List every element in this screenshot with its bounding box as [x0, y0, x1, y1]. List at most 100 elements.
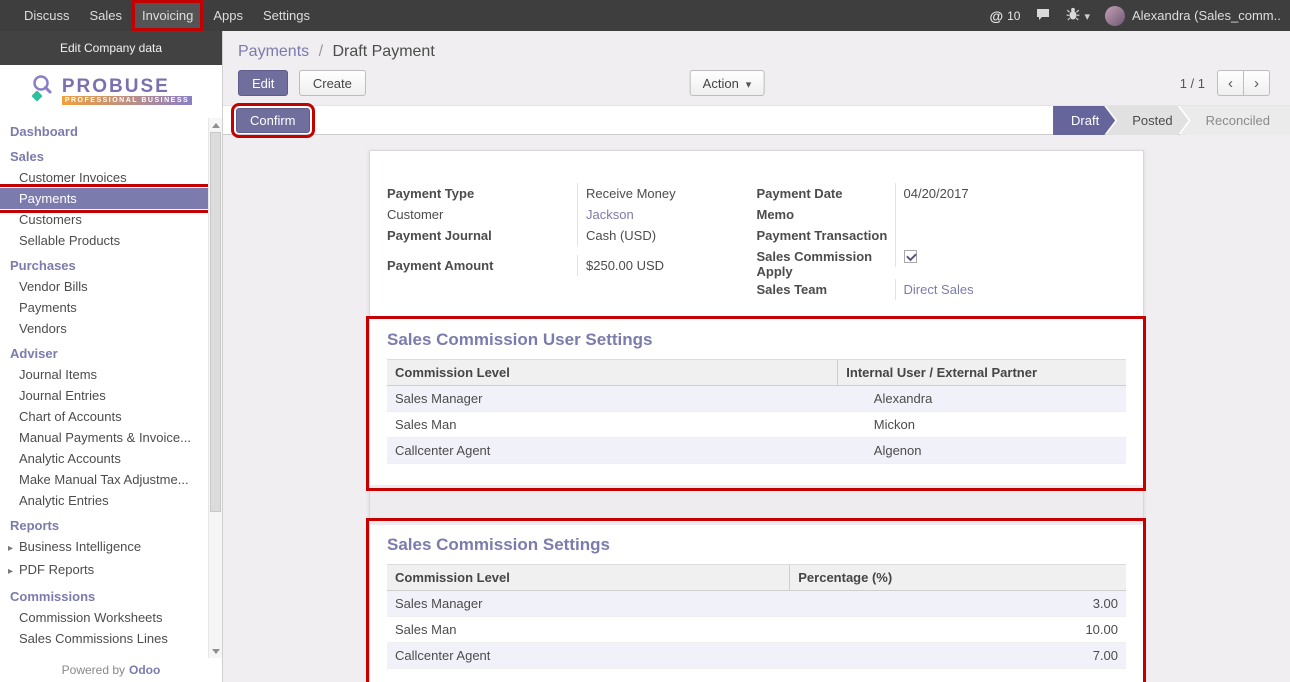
field-group-left: Payment Type Receive Money Customer Jack…: [387, 183, 757, 300]
menu-sales[interactable]: Sales: [80, 0, 133, 31]
sidebar-item-journal-items[interactable]: Journal Items: [0, 364, 208, 385]
pager-next-button[interactable]: [1243, 70, 1270, 96]
field-payment-journal: Payment Journal Cash (USD): [387, 225, 757, 246]
create-button[interactable]: Create: [299, 70, 366, 96]
cell-user: Mickon: [838, 412, 1126, 438]
sales-team-link[interactable]: Direct Sales: [895, 279, 1127, 300]
user-settings-table: Commission Level Internal User / Externa…: [387, 359, 1126, 464]
column-internal-user[interactable]: Internal User / External Partner: [838, 360, 1126, 386]
odoo-link[interactable]: Odoo: [129, 663, 160, 677]
table-header-row: Commission Level Internal User / Externa…: [387, 360, 1126, 386]
sidebar-item-pdf-reports[interactable]: PDF Reports: [0, 559, 208, 582]
bug-icon: [1066, 7, 1080, 24]
debug-menu-button[interactable]: [1066, 7, 1090, 24]
column-commission-level[interactable]: Commission Level: [387, 565, 790, 591]
activity-count: 10: [1007, 9, 1020, 23]
breadcrumb-current: Draft Payment: [333, 43, 435, 60]
field-value: [895, 204, 1127, 225]
caret-right-icon: [8, 539, 19, 556]
user-menu[interactable]: Alexandra (Sales_comm..: [1105, 6, 1280, 26]
cell-percentage: 10.00: [790, 617, 1126, 643]
sidebar-item-sales-commissions-lines[interactable]: Sales Commissions Lines: [0, 628, 208, 649]
activities-button[interactable]: 10: [989, 8, 1020, 24]
sidebar-item-analytic-entries[interactable]: Analytic Entries: [0, 490, 208, 511]
table-row[interactable]: Sales Man Mickon: [387, 412, 1126, 438]
scroll-down-icon[interactable]: [209, 644, 222, 658]
table-row[interactable]: Sales Manager Alexandra: [387, 386, 1126, 412]
field-label: Sales Team: [757, 279, 895, 297]
field-sales-team: Sales Team Direct Sales: [757, 279, 1127, 300]
commission-settings-table: Commission Level Percentage (%) Sales Ma…: [387, 564, 1126, 669]
sidebar-item-payments[interactable]: Payments: [0, 188, 208, 209]
breadcrumb-payments[interactable]: Payments: [238, 43, 309, 60]
table-row[interactable]: Sales Manager 3.00: [387, 591, 1126, 617]
column-percentage[interactable]: Percentage (%): [790, 565, 1126, 591]
pager-previous-button[interactable]: [1217, 70, 1244, 96]
breadcrumb: Payments / Draft Payment: [223, 31, 1290, 61]
sales-commission-apply-checkbox[interactable]: [904, 250, 917, 263]
sidebar-item-business-intelligence[interactable]: Business Intelligence: [0, 536, 208, 559]
sidebar-item-make-manual-tax-adjustments[interactable]: Make Manual Tax Adjustme...: [0, 469, 208, 490]
menu-apps[interactable]: Apps: [203, 0, 253, 31]
cell-user: Algenon: [838, 438, 1126, 464]
cell-percentage: 3.00: [790, 591, 1126, 617]
sidebar-item-commission-worksheets[interactable]: Commission Worksheets: [0, 607, 208, 628]
sidebar-section-adviser[interactable]: Adviser: [0, 343, 208, 364]
table-row[interactable]: Callcenter Agent Algenon: [387, 438, 1126, 464]
sidebar-section-commissions[interactable]: Commissions: [0, 586, 208, 607]
sidebar-section-sales[interactable]: Sales: [0, 146, 208, 167]
field-label: Payment Date: [757, 183, 895, 201]
customer-link[interactable]: Jackson: [577, 204, 757, 225]
status-posted[interactable]: Posted: [1106, 106, 1188, 135]
sidebar-item-customer-invoices[interactable]: Customer Invoices: [0, 167, 208, 188]
sidebar-item-customers[interactable]: Customers: [0, 209, 208, 230]
scroll-up-icon[interactable]: [209, 118, 222, 132]
field-value: 04/20/2017: [895, 183, 1127, 204]
sidebar-item-vendor-bills[interactable]: Vendor Bills: [0, 276, 208, 297]
table-row[interactable]: Sales Man 10.00: [387, 617, 1126, 643]
breadcrumb-separator: /: [319, 43, 323, 60]
pager: 1 / 1: [1180, 70, 1270, 96]
column-commission-level[interactable]: Commission Level: [387, 360, 838, 386]
sidebar-item-analytic-accounts[interactable]: Analytic Accounts: [0, 448, 208, 469]
confirm-button[interactable]: Confirm: [236, 108, 310, 133]
field-label: Payment Journal: [387, 225, 577, 243]
sidebar-scrollbar[interactable]: [208, 118, 222, 658]
edit-company-data-button[interactable]: Edit Company data: [0, 31, 222, 65]
sidebar-section-purchases[interactable]: Purchases: [0, 255, 208, 276]
cell-commission-level: Callcenter Agent: [387, 643, 790, 669]
status-draft[interactable]: Draft: [1053, 106, 1115, 135]
sidebar-item-manual-payments-invoice[interactable]: Manual Payments & Invoice...: [0, 427, 208, 448]
menu-discuss[interactable]: Discuss: [14, 0, 80, 31]
edit-button[interactable]: Edit: [238, 70, 288, 96]
cell-commission-level: Sales Manager: [387, 386, 838, 412]
form-sheet: Payment Type Receive Money Customer Jack…: [369, 150, 1144, 682]
scrollbar-thumb[interactable]: [210, 132, 221, 512]
sidebar-item-journal-entries[interactable]: Journal Entries: [0, 385, 208, 406]
sidebar-item-sellable-products[interactable]: Sellable Products: [0, 230, 208, 251]
menu-invoicing[interactable]: Invoicing: [132, 0, 203, 31]
sidebar-menu: Dashboard Sales Customer Invoices Paymen…: [0, 118, 208, 658]
status-pills: Draft Posted Reconciled: [1053, 106, 1290, 135]
sidebar-item-payments-purchases[interactable]: Payments: [0, 297, 208, 318]
field-label: Memo: [757, 204, 895, 222]
status-reconciled[interactable]: Reconciled: [1180, 106, 1290, 135]
field-payment-transaction: Payment Transaction: [757, 225, 1127, 246]
company-logo[interactable]: PROBUSE PROFESSIONAL BUSINESS: [0, 65, 222, 118]
cell-commission-level: Sales Man: [387, 412, 838, 438]
field-value: [895, 225, 1127, 246]
sidebar-section-reports[interactable]: Reports: [0, 515, 208, 536]
caret-down-icon: [746, 76, 752, 91]
field-payment-date: Payment Date 04/20/2017: [757, 183, 1127, 204]
field-label: Sales Commission Apply: [757, 246, 895, 279]
table-row[interactable]: Callcenter Agent 7.00: [387, 643, 1126, 669]
action-dropdown[interactable]: Action: [690, 70, 765, 96]
sidebar-section-dashboard[interactable]: Dashboard: [0, 121, 208, 142]
sidebar-item-vendors[interactable]: Vendors: [0, 318, 208, 339]
field-label: Payment Transaction: [757, 225, 895, 243]
messages-button[interactable]: [1035, 7, 1051, 25]
sidebar-item-chart-of-accounts[interactable]: Chart of Accounts: [0, 406, 208, 427]
field-payment-type: Payment Type Receive Money: [387, 183, 757, 204]
menu-settings[interactable]: Settings: [253, 0, 320, 31]
field-sales-commission-apply: Sales Commission Apply: [757, 246, 1127, 279]
